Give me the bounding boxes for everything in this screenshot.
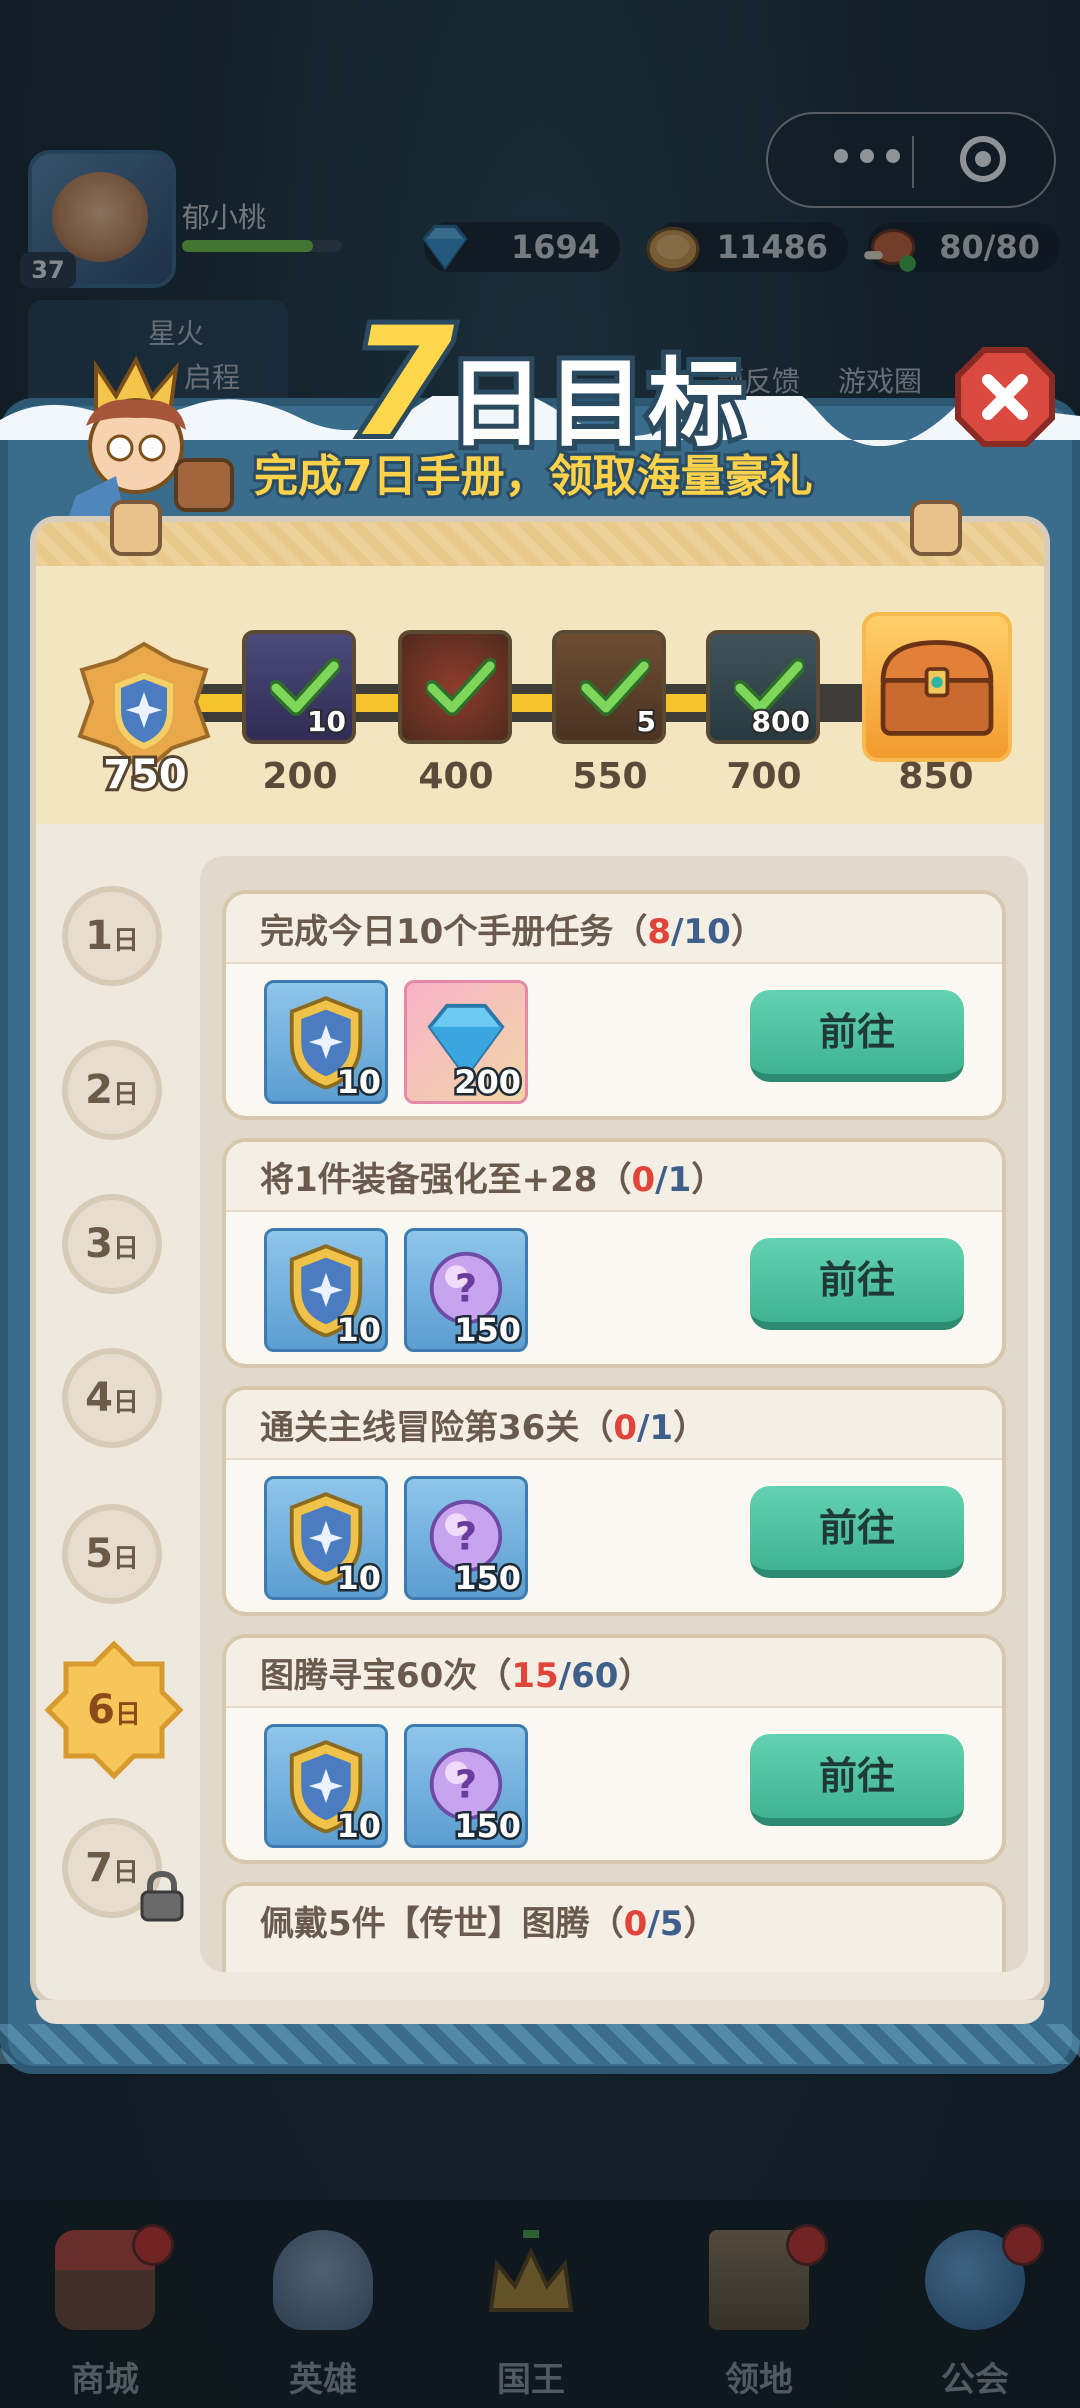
day-number: 4: [85, 1375, 113, 1421]
progress-header-strip: [36, 522, 1044, 566]
day-tab-3[interactable]: 3日: [62, 1194, 162, 1294]
task-total: 10: [683, 912, 731, 952]
task-card: 佩戴5件【传世】图腾（0/5）: [222, 1882, 1006, 1972]
lock-icon: [140, 1870, 184, 1922]
milestone-threshold: 700: [726, 756, 802, 797]
check-icon: [426, 658, 496, 716]
task-total: 1: [667, 1160, 692, 1200]
task-card: 图腾寻宝60次（15/60） 10 ? 150 前往: [222, 1634, 1006, 1864]
milestone-threshold: 850: [898, 756, 974, 797]
reward-item[interactable]: 10: [264, 1476, 388, 1600]
reward-item[interactable]: ? 150: [404, 1476, 528, 1600]
milestone-400[interactable]: [398, 630, 512, 744]
milestone-threshold: 400: [418, 756, 494, 797]
svg-text:?: ?: [455, 1266, 477, 1310]
reward-count: 10: [334, 1805, 383, 1848]
task-header: 通关主线冒险第36关（0/1）: [226, 1390, 1002, 1460]
day-suffix: 日: [112, 1234, 139, 1264]
reward-count: 10: [334, 1061, 383, 1104]
treasure-chest-icon: [880, 640, 994, 736]
task-progress: 0: [613, 1408, 637, 1448]
svg-text:?: ?: [455, 1762, 477, 1806]
milestone-count: 10: [305, 703, 348, 740]
task-progress: 0: [623, 1904, 648, 1944]
day-number: 6: [87, 1687, 115, 1733]
current-points: 750: [100, 749, 190, 801]
reward-count: 150: [452, 1557, 524, 1600]
milestone-200[interactable]: 10: [242, 630, 356, 744]
milestone-550[interactable]: 5: [552, 630, 666, 744]
day-number: 3: [85, 1221, 113, 1267]
task-title: 图腾寻宝60次（15/60）: [260, 1656, 653, 1696]
task-header: 佩戴5件【传世】图腾（0/5）: [226, 1886, 1002, 1972]
frame-pattern: [0, 2024, 1080, 2064]
reward-count: 150: [452, 1309, 524, 1352]
reward-item[interactable]: 200: [404, 980, 528, 1104]
milestone-700[interactable]: 800: [706, 630, 820, 744]
task-progress: 8: [647, 912, 671, 952]
day-suffix: 日: [112, 926, 139, 956]
task-title: 将1件装备强化至+28（0/1）: [260, 1160, 726, 1200]
day-number: 1: [85, 913, 113, 959]
reward-item[interactable]: ? 150: [404, 1724, 528, 1848]
task-total: 5: [659, 1904, 684, 1944]
close-button[interactable]: [954, 346, 1056, 448]
milestone-count: 800: [750, 703, 812, 740]
day-suffix: 日: [112, 1858, 139, 1888]
svg-text:?: ?: [455, 1514, 477, 1558]
go-button[interactable]: 前往: [750, 1734, 964, 1826]
reward-item[interactable]: 10: [264, 1228, 388, 1352]
reward-count: 200: [452, 1061, 524, 1104]
task-header: 图腾寻宝60次（15/60）: [226, 1638, 1002, 1708]
reward-count: 10: [334, 1557, 383, 1600]
task-header: 将1件装备强化至+28（0/1）: [226, 1142, 1002, 1212]
day-number: 2: [85, 1067, 113, 1113]
task-card: 将1件装备强化至+28（0/1） 10 ? 150 前往: [222, 1138, 1006, 1368]
reward-item[interactable]: 10: [264, 980, 388, 1104]
day-number: 5: [85, 1531, 113, 1577]
reward-item[interactable]: ? 150: [404, 1228, 528, 1352]
milestone-threshold: 550: [572, 756, 648, 797]
day-suffix: 日: [112, 1544, 139, 1574]
task-title: 通关主线冒险第36关（0/1）: [260, 1408, 708, 1448]
go-button[interactable]: 前往: [750, 1238, 964, 1330]
day-number: 7: [85, 1845, 113, 1891]
day-suffix: 日: [112, 1080, 139, 1110]
day-tab-1[interactable]: 1日: [62, 886, 162, 986]
day-suffix: 日: [112, 1388, 139, 1418]
task-card: 通关主线冒险第36关（0/1） 10 ? 150 前往: [222, 1386, 1006, 1616]
task-card: 完成今日10个手册任务（8/10） 10 200 前往: [222, 890, 1006, 1120]
task-progress: 15: [511, 1656, 559, 1696]
task-title: 完成今日10个手册任务（8/10）: [260, 912, 765, 952]
task-total: 1: [649, 1408, 674, 1448]
task-title: 佩戴5件【传世】图腾（0/5）: [260, 1904, 718, 1944]
go-button[interactable]: 前往: [750, 990, 964, 1082]
reward-item[interactable]: 10: [264, 1724, 388, 1848]
modal-subtitle: 完成7日手册，领取海量豪礼: [251, 448, 816, 505]
day-suffix: 日: [114, 1700, 141, 1730]
go-button[interactable]: 前往: [750, 1486, 964, 1578]
reward-count: 10: [334, 1309, 383, 1352]
reward-count: 150: [452, 1805, 524, 1848]
panel-bottom-edge: [36, 2000, 1044, 2024]
task-header: 完成今日10个手册任务（8/10）: [226, 894, 1002, 964]
task-progress: 0: [631, 1160, 656, 1200]
milestone-count: 5: [634, 703, 658, 740]
milestone-threshold: 200: [262, 756, 338, 797]
task-total: 60: [571, 1656, 619, 1696]
day-tab-4[interactable]: 4日: [62, 1348, 162, 1448]
panel-pin-left: [110, 500, 162, 556]
milestone-850[interactable]: [862, 612, 1012, 762]
panel-pin-right: [910, 500, 962, 556]
day-tab-2[interactable]: 2日: [62, 1040, 162, 1140]
day-tab-6[interactable]: 6日: [44, 1640, 184, 1780]
day-tab-5[interactable]: 5日: [62, 1504, 162, 1604]
